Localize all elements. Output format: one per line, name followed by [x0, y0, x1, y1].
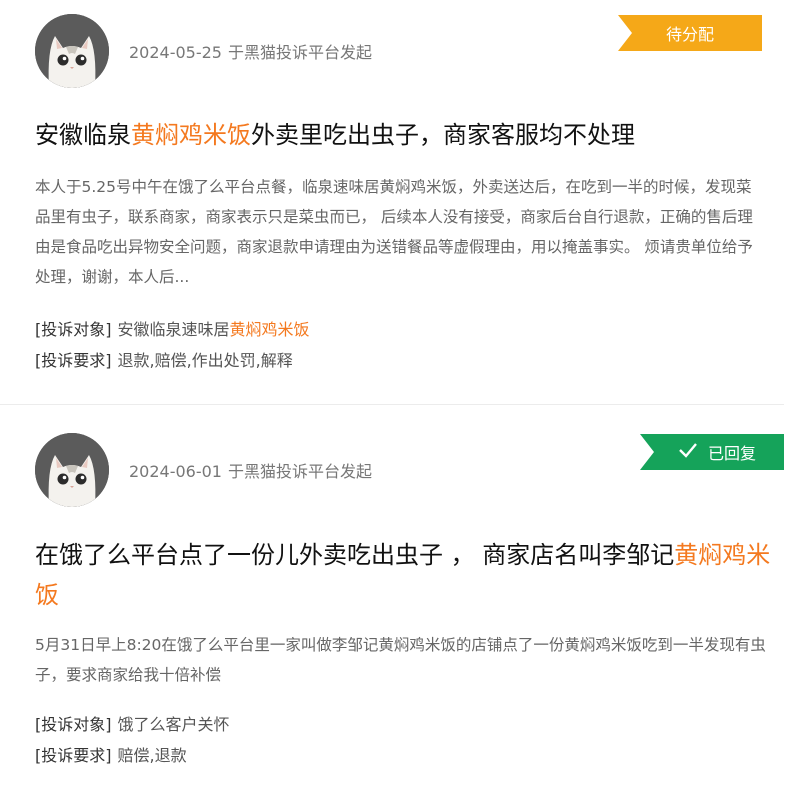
target-label: [投诉对象] — [35, 715, 112, 734]
cat-avatar-icon[interactable] — [35, 433, 109, 507]
status-badge: 待分配 — [618, 15, 762, 51]
complaint-meta: 2024-06-01 于黑猫投诉平台发起 — [129, 458, 372, 482]
complaint-target: [投诉对象] 饿了么客户关怀 — [35, 710, 230, 740]
status-text: 已回复 — [707, 444, 756, 463]
complaint-feed: 2024-05-25 于黑猫投诉平台发起 待分配 安徽临泉黄焖鸡米饭外卖里吃出虫子… — [0, 0, 806, 787]
cat-avatar-icon[interactable] — [35, 14, 109, 88]
complaint-meta: 2024-05-25 于黑猫投诉平台发起 — [129, 39, 372, 63]
author-row: 2024-05-25 于黑猫投诉平台发起 — [35, 14, 372, 88]
complaint-date: 2024-06-01 — [129, 462, 222, 481]
demand-text: 赔偿,退款 — [117, 746, 187, 765]
complaint-source: 于黑猫投诉平台发起 — [227, 462, 372, 481]
author-row: 2024-06-01 于黑猫投诉平台发起 — [35, 433, 372, 507]
complaint-source: 于黑猫投诉平台发起 — [227, 43, 372, 62]
complaint-title[interactable]: 安徽临泉黄焖鸡米饭外卖里吃出虫子，商家客服均不处理 — [35, 115, 762, 155]
complaint-target: [投诉对象] 安徽临泉速味居黄焖鸡米饭 — [35, 315, 310, 345]
title-prefix: 在饿了么平台点了一份儿外卖吃出虫子 ， 商家店名叫李邹记 — [35, 541, 675, 569]
check-icon — [678, 442, 698, 462]
complaint-description[interactable]: 5月31日早上8:20在饿了么平台里一家叫做李邹记黄焖鸡米饭的店铺点了一份黄焖鸡… — [35, 630, 784, 690]
status-badge: 已回复 — [640, 434, 784, 470]
title-highlight: 黄焖鸡米饭 — [131, 121, 251, 149]
complaint-title[interactable]: 在饿了么平台点了一份儿外卖吃出虫子 ， 商家店名叫李邹记黄焖鸡米饭 — [35, 535, 784, 615]
demand-label: [投诉要求] — [35, 351, 112, 370]
complaint-card[interactable]: 2024-05-25 于黑猫投诉平台发起 待分配 安徽临泉黄焖鸡米饭外卖里吃出虫子… — [0, 0, 784, 405]
title-prefix: 安徽临泉 — [35, 121, 131, 149]
demand-label: [投诉要求] — [35, 746, 112, 765]
complaint-card[interactable]: 2024-06-01 于黑猫投诉平台发起 已回复 在饿了么平台点了一份儿外卖吃出虫… — [0, 405, 806, 787]
target-label: [投诉对象] — [35, 320, 112, 339]
target-name: 饿了么客户关怀 — [117, 715, 230, 734]
target-name: 安徽临泉速味居 — [117, 320, 230, 339]
complaint-demand: [投诉要求] 赔偿,退款 — [35, 741, 187, 771]
complaint-demand: [投诉要求] 退款,赔偿,作出处罚,解释 — [35, 346, 293, 376]
demand-text: 退款,赔偿,作出处罚,解释 — [117, 351, 293, 370]
status-text: 待分配 — [665, 25, 714, 44]
complaint-description[interactable]: 本人于5.25号中午在饿了么平台点餐，临泉速味居黄焖鸡米饭，外卖送达后，在吃到一… — [35, 172, 762, 292]
target-highlight: 黄焖鸡米饭 — [229, 320, 310, 339]
title-suffix: 外卖里吃出虫子，商家客服均不处理 — [251, 121, 635, 149]
complaint-date: 2024-05-25 — [129, 43, 222, 62]
